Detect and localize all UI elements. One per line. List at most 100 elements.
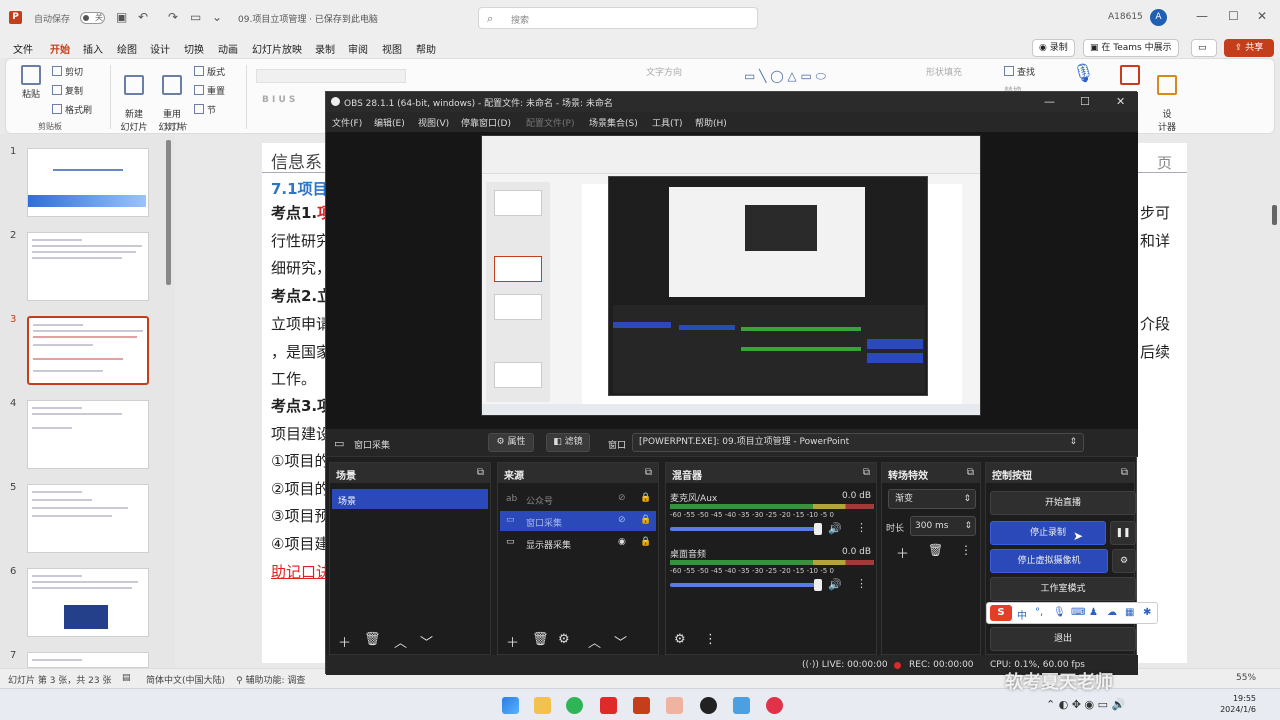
tab-file[interactable]: 文件: [13, 41, 33, 56]
zoom-level[interactable]: 55%: [1236, 673, 1256, 683]
add-icon[interactable]: ＋: [506, 632, 519, 651]
tab-design[interactable]: 设计: [150, 41, 170, 56]
slide-thumbnail-7[interactable]: [27, 652, 149, 668]
gear-icon[interactable]: ⚙: [558, 632, 570, 647]
language[interactable]: 简体中文(中国大陆): [146, 673, 225, 686]
obs-menu-scene-collection[interactable]: 场景集合(S): [589, 116, 638, 129]
tray-icons[interactable]: ⌃ ◐ ✥ ◉ ▭ 🔊: [1046, 698, 1125, 711]
keyboard-icon[interactable]: ⌨: [1071, 607, 1085, 618]
source-item[interactable]: ▭ 显示器采集 ◉ 🔒: [500, 533, 656, 553]
tab-review[interactable]: 审阅: [348, 41, 368, 56]
obs-maximize-icon[interactable]: ☐: [1080, 95, 1090, 108]
app-icon[interactable]: [666, 697, 683, 714]
punctuation-icon[interactable]: °,: [1035, 607, 1043, 618]
start-icon[interactable]: [502, 697, 519, 714]
volume-slider[interactable]: [670, 583, 820, 587]
slide-thumbnail-2[interactable]: [27, 232, 149, 301]
find-button[interactable]: 查找: [1004, 65, 1035, 78]
speaker-icon[interactable]: 🔊: [828, 522, 842, 535]
format-painter-button[interactable]: 格式刷: [52, 103, 92, 116]
settings-icon[interactable]: ✱: [1143, 607, 1151, 618]
file-explorer-icon[interactable]: [534, 697, 551, 714]
obs-menu-tools[interactable]: 工具(T): [652, 116, 683, 129]
transition-select[interactable]: 渐变 ⇕: [888, 489, 976, 509]
shapes-gallery[interactable]: ▭ ╲ ◯ △ ▭ ⬭: [744, 69, 826, 84]
slide-thumbnail-6[interactable]: [27, 568, 149, 637]
spellcheck-icon[interactable]: ▤: [122, 673, 131, 683]
tab-animations[interactable]: 动画: [218, 41, 238, 56]
shape-fill-button[interactable]: 形状填充: [926, 65, 962, 78]
volume-slider-handle[interactable]: [814, 579, 822, 591]
lock-icon[interactable]: 🔒: [640, 537, 651, 547]
add-icon[interactable]: ＋: [896, 543, 909, 562]
tab-transitions[interactable]: 切换: [184, 41, 204, 56]
search-box[interactable]: ⌕ 搜索: [478, 7, 758, 29]
comments-icon[interactable]: ▭: [1191, 39, 1217, 57]
cut-button[interactable]: 剪切: [52, 65, 83, 78]
eye-hidden-icon[interactable]: ⊘: [618, 515, 626, 525]
minimize-icon[interactable]: —: [1196, 9, 1208, 23]
chevron-up-icon[interactable]: ︿: [394, 632, 407, 651]
app-icon[interactable]: [600, 697, 617, 714]
obs-menu-profile[interactable]: 配置文件(P): [526, 116, 574, 129]
cloud-icon[interactable]: ☁: [1107, 607, 1117, 618]
skin-icon[interactable]: ♟: [1089, 607, 1098, 618]
share-button[interactable]: ⇪ 共享: [1224, 39, 1274, 57]
obs-menu-file[interactable]: 文件(F): [332, 116, 362, 129]
ime-language[interactable]: 中: [1017, 607, 1027, 622]
obs-menu-edit[interactable]: 编辑(E): [374, 116, 405, 129]
eye-icon[interactable]: ◉: [618, 537, 626, 547]
chevron-up-icon[interactable]: ︿: [588, 632, 601, 651]
tab-draw[interactable]: 绘图: [117, 41, 137, 56]
trash-icon[interactable]: 🗑: [532, 632, 549, 647]
pause-icon[interactable]: ❚❚: [1110, 521, 1136, 545]
tab-slideshow[interactable]: 幻灯片放映: [252, 41, 302, 56]
voice-icon[interactable]: 🎙: [1053, 607, 1066, 618]
reset-button[interactable]: 重置: [194, 84, 225, 97]
stop-virtual-camera-button[interactable]: 停止虚拟摄像机: [990, 549, 1108, 573]
more-options-icon[interactable]: ⋮: [704, 632, 717, 647]
dictate-icon[interactable]: 🎙: [1072, 63, 1095, 84]
advanced-audio-icon[interactable]: ⚙: [674, 632, 686, 647]
avatar[interactable]: A: [1150, 9, 1167, 26]
studio-mode-button[interactable]: 工作室模式: [990, 577, 1136, 601]
slide-scrollbar[interactable]: [1272, 205, 1277, 225]
thumbnails-scrollbar[interactable]: [166, 140, 171, 285]
undock-icon[interactable]: ⧉: [967, 467, 974, 478]
more-options-icon[interactable]: ⋮: [856, 577, 867, 590]
trash-icon[interactable]: 🗑: [928, 543, 943, 557]
close-icon[interactable]: ✕: [1257, 9, 1267, 23]
undock-icon[interactable]: ⧉: [1121, 467, 1128, 478]
eye-hidden-icon[interactable]: ⊘: [618, 493, 626, 503]
undock-icon[interactable]: ⧉: [477, 467, 484, 478]
maximize-icon[interactable]: ☐: [1228, 9, 1239, 23]
add-icon[interactable]: ＋: [338, 632, 351, 651]
lock-icon[interactable]: 🔒: [640, 515, 651, 525]
layout-button[interactable]: 版式: [194, 65, 225, 78]
tab-view[interactable]: 视图: [382, 41, 402, 56]
sogou-logo-icon[interactable]: S: [990, 605, 1012, 621]
presenter-icon[interactable]: ▭: [190, 10, 201, 24]
tab-help[interactable]: 帮助: [416, 41, 436, 56]
start-streaming-button[interactable]: 开始直播: [990, 491, 1136, 515]
slide-thumbnail-5[interactable]: [27, 484, 149, 553]
toolbox-icon[interactable]: ▦: [1125, 607, 1134, 618]
redo-icon[interactable]: ↷: [168, 10, 178, 24]
powerpoint-taskbar-icon[interactable]: [633, 697, 650, 714]
undock-icon[interactable]: ⧉: [645, 467, 652, 478]
tab-insert[interactable]: 插入: [83, 41, 103, 56]
slide-thumbnail-1[interactable]: [27, 148, 149, 217]
window-select[interactable]: [POWERPNT.EXE]: 09.项目立项管理 - PowerPoint ⇕: [632, 433, 1084, 452]
customize-qat-icon[interactable]: ⌄: [212, 10, 222, 24]
save-icon[interactable]: ▣: [116, 10, 127, 24]
font-name-box[interactable]: [256, 69, 406, 83]
obs-taskbar-icon[interactable]: [700, 697, 717, 714]
text-direction-button[interactable]: 文字方向: [646, 65, 682, 78]
volume-slider-handle[interactable]: [814, 523, 822, 535]
volume-slider[interactable]: [670, 527, 820, 531]
chevron-down-icon[interactable]: ﹀: [420, 632, 433, 651]
duration-spinbox[interactable]: 300 ms ⇕: [910, 516, 976, 536]
bold-button[interactable]: B I U S: [262, 95, 295, 105]
undo-icon[interactable]: ↶: [138, 10, 148, 24]
more-options-icon[interactable]: ⋮: [856, 521, 867, 534]
